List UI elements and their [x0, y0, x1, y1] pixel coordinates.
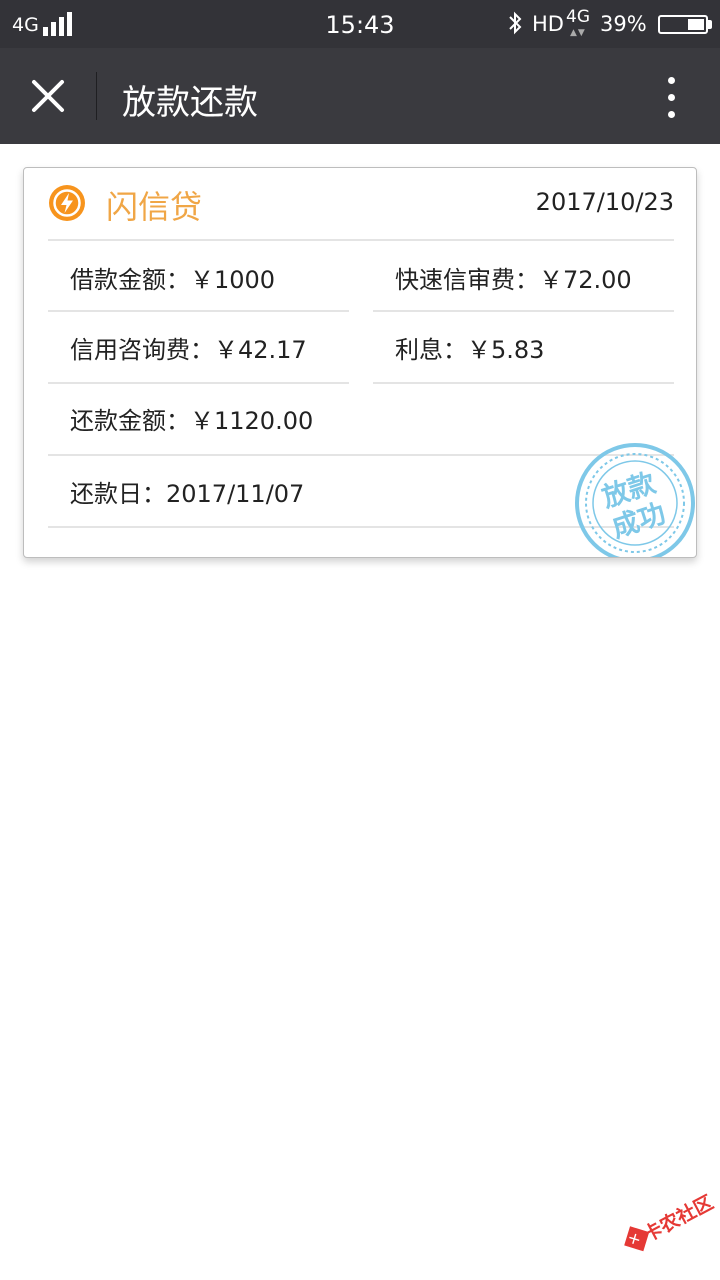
fast-review-fee: 快速信审费：￥72.00 — [395, 266, 632, 294]
battery-icon — [658, 15, 708, 34]
watermark-logo: ✕ 卡农社区 — [624, 1191, 717, 1252]
lightning-icon — [49, 185, 85, 221]
loan-amount: 借款金额：￥1000 — [70, 266, 276, 294]
more-vertical-icon[interactable] — [656, 72, 688, 124]
nav-bar: 放款还款 — [0, 48, 720, 144]
loan-card: 闪信贷 2017/10/23 借款金额：￥1000 快速信审费：￥72.00 信… — [23, 167, 697, 558]
divider — [48, 239, 674, 241]
battery-tip — [708, 20, 712, 29]
divider — [48, 382, 349, 384]
interest: 利息：￥5.83 — [395, 336, 545, 364]
battery-percent: 39% — [600, 12, 647, 36]
repay-amount: 还款金额：￥1120.00 — [70, 407, 314, 435]
loan-success-stamp: 放款 成功 — [575, 443, 695, 557]
page: 4G 15:43 HD 4G ▲▼ 39% 放款还款 闪信贷 2017/10/2… — [0, 0, 720, 1280]
bluetooth-icon — [509, 11, 522, 35]
credit-consult-fee: 信用咨询费：￥42.17 — [70, 336, 307, 364]
divider — [373, 382, 674, 384]
divider — [48, 310, 349, 312]
card-header: 闪信贷 2017/10/23 — [24, 168, 696, 240]
battery-fill — [688, 19, 704, 30]
hd-indicator: HD — [532, 12, 564, 36]
divider — [373, 310, 674, 312]
close-icon[interactable] — [22, 70, 74, 122]
data-arrows-icon: ▲▼ — [570, 28, 586, 38]
nav-divider — [96, 72, 97, 120]
svg-text:卡农社区: 卡农社区 — [639, 1191, 717, 1247]
status-bar: 4G 15:43 HD 4G ▲▼ 39% — [0, 0, 720, 48]
loan-date: 2017/10/23 — [535, 188, 674, 216]
network-type-right: 4G — [566, 7, 590, 27]
brand-name: 闪信贷 — [106, 188, 203, 226]
page-title: 放款还款 — [122, 83, 258, 123]
repay-date: 还款日：2017/11/07 — [70, 480, 305, 508]
